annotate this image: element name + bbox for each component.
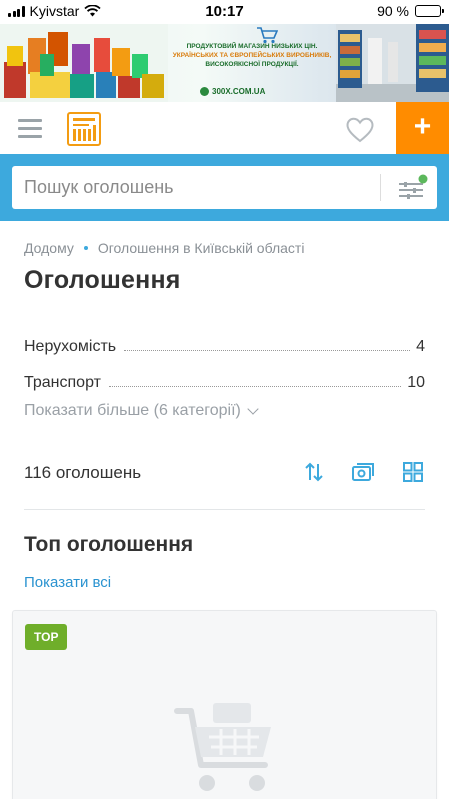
add-listing-button[interactable]: + — [396, 102, 449, 154]
show-more-categories[interactable]: Показати більше (6 категорії) — [24, 402, 259, 420]
search-box — [12, 166, 437, 209]
hamburger-menu-icon[interactable] — [18, 119, 42, 139]
filter-sliders-icon[interactable] — [393, 174, 429, 202]
app-header: + — [0, 102, 449, 154]
category-count: 10 — [407, 374, 425, 391]
heart-icon[interactable] — [346, 117, 374, 143]
banner-line-1: ПРОДУКТОВИЙ МАГАЗИН НИЗЬКИХ ЦІН. — [186, 43, 318, 50]
shopping-cart-icon — [174, 703, 271, 791]
photo-cards-icon[interactable] — [351, 460, 375, 484]
category-row-transport[interactable]: Транспорт 10 — [24, 368, 425, 392]
dotted-leader — [108, 386, 402, 387]
banner-products-image — [0, 24, 168, 102]
search-divider — [380, 174, 381, 201]
category-name: Транспорт — [24, 374, 101, 391]
globe-icon — [200, 87, 209, 96]
breadcrumb: Додому Оголошення в Київській області — [24, 240, 304, 256]
status-bar: Kyivstar 10:17 90 % — [0, 0, 449, 24]
category-row-real-estate[interactable]: Нерухомість 4 — [24, 332, 425, 356]
banner-text: ПРОДУКТОВИЙ МАГАЗИН НИЗЬКИХ ЦІН. УКРАЇНС… — [172, 42, 332, 69]
chevron-down-icon — [247, 403, 259, 415]
category-name: Нерухомість — [24, 338, 117, 355]
search-input[interactable] — [12, 166, 378, 209]
top-badge: TOP — [25, 624, 68, 650]
page-title: Оголошення — [24, 266, 181, 294]
ads-count: 116 оголошень — [24, 463, 142, 482]
search-area — [0, 154, 449, 221]
battery-percent: 90 % — [377, 3, 409, 19]
top-ads-title: Топ оголошення — [24, 533, 194, 556]
breadcrumb-current[interactable]: Оголошення в Київській області — [98, 240, 305, 256]
dotted-leader — [124, 350, 411, 351]
show-more-label: Показати більше (6 категорії) — [24, 402, 241, 419]
breadcrumb-home[interactable]: Додому — [24, 240, 74, 256]
breadcrumb-separator — [83, 246, 88, 250]
top-ad-card[interactable]: TOP — [12, 610, 437, 799]
banner-store-image — [336, 24, 449, 102]
show-all-link[interactable]: Показати всі — [24, 574, 111, 591]
banner-line-3: ВИСОКОЯКІСНОЇ ПРОДУКЦІЇ. — [205, 61, 299, 68]
banner-url: 300X.COM.UA — [200, 87, 265, 96]
site-logo[interactable] — [66, 111, 102, 147]
status-right: 90 % — [377, 3, 444, 19]
section-divider — [24, 509, 425, 510]
battery-icon — [415, 5, 444, 17]
category-count: 4 — [416, 338, 425, 355]
grid-icon[interactable] — [401, 460, 425, 484]
banner-line-2: УКРАЇНСЬКИХ ТА ЄВРОПЕЙСЬКИХ ВИРОБНИКІВ, — [172, 52, 332, 59]
sort-arrows-icon[interactable] — [302, 460, 326, 484]
ad-banner[interactable]: ПРОДУКТОВИЙ МАГАЗИН НИЗЬКИХ ЦІН. УКРАЇНС… — [0, 24, 449, 102]
banner-url-text: 300X.COM.UA — [212, 87, 266, 96]
